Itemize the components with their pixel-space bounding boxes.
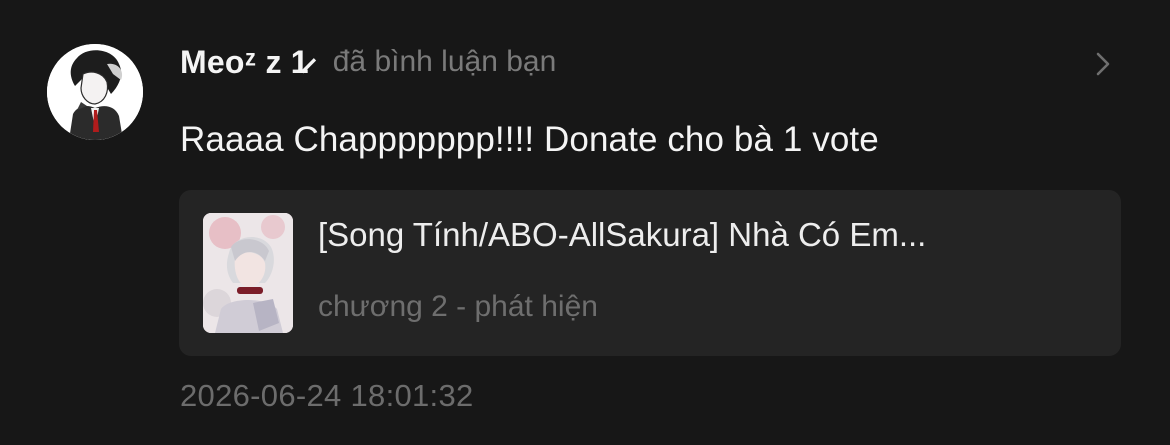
action-text: đã bình luận bạn [332, 45, 557, 78]
comment-text: Raaaa Chappppppp!!!! Donate cho bà 1 vot… [180, 120, 879, 159]
user-avatar[interactable] [47, 44, 143, 140]
username[interactable]: Meoᶻ z 1̷ [180, 44, 309, 81]
comment-notification[interactable]: Meoᶻ z 1̷ đã bình luận bạn Raaaa Chapppp… [0, 0, 1170, 445]
notification-header: Meoᶻ z 1̷ đã bình luận bạn [180, 40, 556, 84]
story-title: [Song Tính/ABO-AllSakura] Nhà Có Em... [318, 216, 927, 253]
timestamp: 2026-06-24 18:01:32 [180, 378, 474, 413]
user-avatar-icon [47, 44, 143, 140]
chevron-right-icon[interactable] [1092, 50, 1114, 78]
story-card[interactable]: [Song Tính/ABO-AllSakura] Nhà Có Em... c… [179, 190, 1121, 356]
story-cover-icon [203, 213, 293, 333]
story-cover [203, 213, 293, 333]
story-chapter: chương 2 - phát hiện [318, 290, 598, 323]
